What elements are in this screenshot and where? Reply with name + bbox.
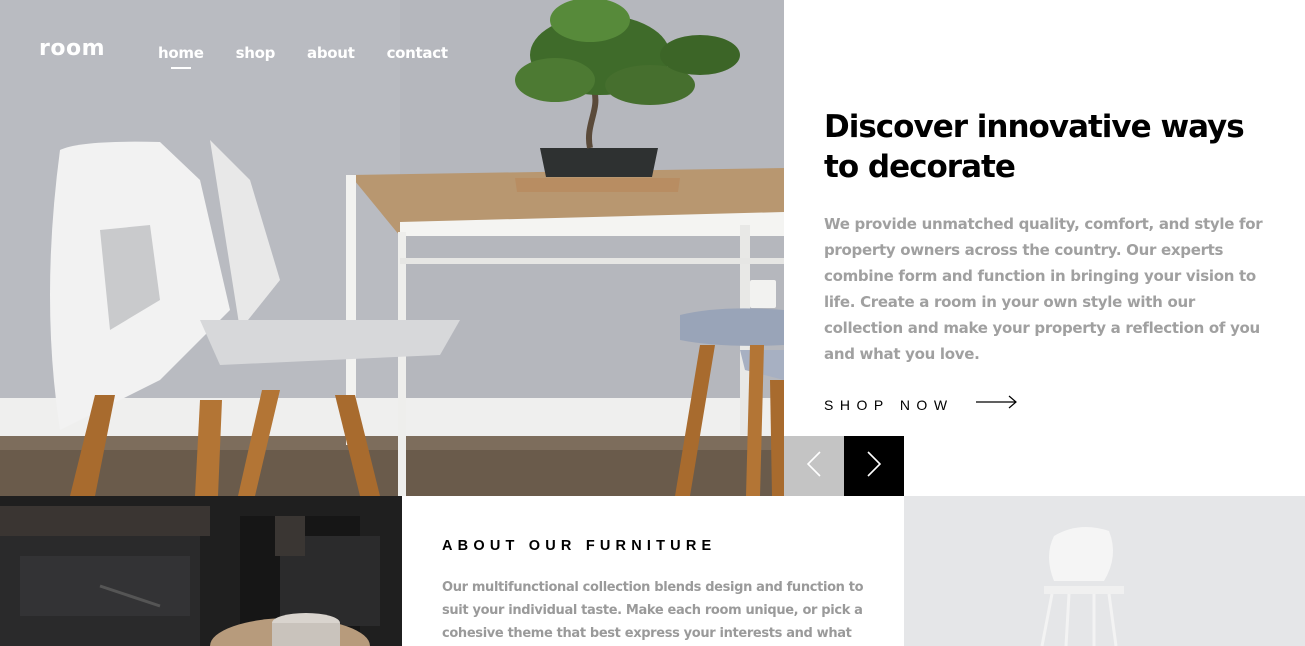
hero-content: Discover innovative ways to decorate We … bbox=[824, 107, 1264, 414]
about-image-light bbox=[904, 496, 1305, 646]
about-title: ABOUT OUR FURNITURE bbox=[442, 538, 717, 554]
about-description: Our multifunctional collection blends de… bbox=[442, 580, 864, 641]
hero-title: Discover innovative ways to decorate bbox=[824, 109, 1245, 185]
about-image-dark bbox=[0, 496, 402, 646]
white-chair-illustration bbox=[904, 496, 1305, 646]
nav-item-about[interactable]: about bbox=[307, 44, 355, 62]
nav-item-contact[interactable]: contact bbox=[387, 44, 448, 62]
main-nav: home shop about contact bbox=[158, 44, 448, 62]
chevron-right-icon bbox=[867, 450, 882, 482]
shop-now-button[interactable]: SHOP NOW bbox=[824, 395, 1264, 414]
hero-image bbox=[0, 0, 784, 496]
about-section: ABOUT OUR FURNITURE Our multifunctional … bbox=[442, 538, 872, 646]
shop-now-label: SHOP NOW bbox=[824, 396, 954, 413]
arrow-right-icon bbox=[975, 395, 1018, 414]
nav-item-home[interactable]: home bbox=[158, 44, 204, 62]
nav-item-shop[interactable]: shop bbox=[236, 44, 276, 62]
logo[interactable]: room bbox=[39, 36, 105, 61]
dark-room-illustration bbox=[0, 496, 402, 646]
chevron-left-icon bbox=[806, 450, 821, 482]
hero-description: We provide unmatched quality, comfort, a… bbox=[824, 215, 1263, 363]
slider-next-button[interactable] bbox=[844, 436, 904, 496]
slider-prev-button[interactable] bbox=[784, 436, 844, 496]
hero-photo-illustration bbox=[0, 0, 784, 496]
